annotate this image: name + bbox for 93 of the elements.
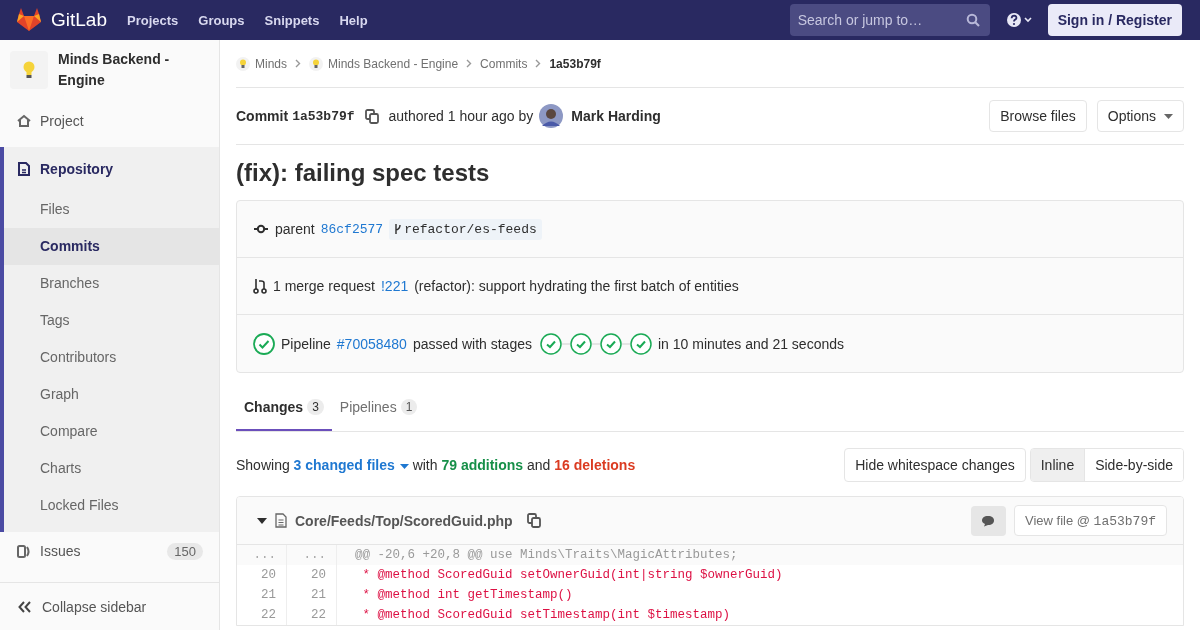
- avatar[interactable]: [539, 104, 564, 128]
- copy-icon[interactable]: [526, 513, 541, 528]
- caret-icon: [1164, 113, 1173, 119]
- commit-sha: 1a53b79f: [292, 108, 355, 124]
- view-file-button[interactable]: View file @ 1a53b79f: [1014, 505, 1167, 536]
- group-avatar-icon: [236, 56, 250, 71]
- caret-icon[interactable]: [399, 463, 409, 469]
- branch-tag[interactable]: refactor/es-feeds: [389, 218, 542, 240]
- author-link[interactable]: Mark Harding: [571, 108, 661, 124]
- sidebar-link[interactable]: Project: [40, 113, 203, 129]
- code-line: * @method int getTimestamp(): [361, 587, 573, 604]
- stage-passed-icon[interactable]: [540, 332, 562, 355]
- comment-button[interactable]: [971, 505, 1006, 536]
- document-icon: [16, 161, 32, 177]
- line-number: 22: [237, 605, 287, 625]
- stage-passed-icon[interactable]: [600, 332, 622, 355]
- stage-passed-icon[interactable]: [630, 332, 652, 355]
- commit-label: Commit: [236, 108, 289, 124]
- branch-icon: [394, 223, 403, 235]
- line-number: 22: [287, 605, 337, 625]
- breadcrumb-link[interactable]: Commits: [480, 56, 528, 71]
- sidebar-item[interactable]: Charts: [4, 450, 219, 487]
- status-passed-icon: [253, 332, 275, 355]
- authored-text: authored 1 hour ago by: [388, 108, 534, 124]
- breadcrumb-link[interactable]: 1a53b79f: [549, 56, 601, 71]
- commit-button[interactable]: Options: [1096, 100, 1184, 132]
- code-line: * @method ScoredGuid setOwnerGuid(int|string $ownerGuid): [361, 567, 783, 584]
- fox-logo-icon[interactable]: [16, 8, 42, 32]
- parent-sha-link[interactable]: 86cf2577: [320, 221, 384, 237]
- code-line: * @method ScoredGuid setTimestamp(int $timestamp): [361, 607, 731, 624]
- double-chevron-icon: [18, 600, 32, 613]
- line-number: 21: [237, 585, 287, 605]
- help-button[interactable]: [1005, 12, 1034, 28]
- nav-link[interactable]: Help: [339, 12, 368, 28]
- commit-title: (fix): failing spec tests: [236, 159, 491, 187]
- pipeline-label: Pipeline: [281, 335, 331, 352]
- sidebar-item[interactable]: Graph: [4, 376, 219, 413]
- copy-icon[interactable]: [364, 108, 379, 124]
- project-name[interactable]: Minds Backend - Engine: [58, 49, 209, 91]
- search-icon: [965, 13, 980, 27]
- hunk-header: @@ -20,6 +20,8 @@ use Minds\Traits\MagicAttributes;: [354, 547, 738, 564]
- commit-button[interactable]: Browse files: [989, 100, 1087, 132]
- sidebar-item[interactable]: Files: [4, 191, 219, 228]
- line-number: 21: [287, 585, 337, 605]
- line-number: 20: [287, 565, 337, 585]
- merge-request-icon: [253, 278, 267, 294]
- merge-request-count: 1 merge request: [273, 278, 375, 294]
- view-mode-button[interactable]: Side-by-side: [1084, 449, 1183, 481]
- sidebar-item[interactable]: Locked Files: [4, 487, 219, 524]
- line-number: ...: [237, 545, 287, 565]
- nav-link[interactable]: Projects: [127, 12, 179, 28]
- group-avatar-icon: [309, 56, 323, 71]
- pipeline-duration: in 10 minutes and 21 seconds: [658, 335, 844, 352]
- sidebar-link[interactable]: Repository: [40, 161, 203, 177]
- pipeline-link[interactable]: #70058480: [336, 335, 407, 352]
- sidebar-item[interactable]: Compare: [4, 413, 219, 450]
- speech-bubble-icon: [981, 514, 996, 527]
- issues-icon: [16, 543, 32, 559]
- merge-request-link[interactable]: !221: [380, 278, 409, 294]
- sidebar-item[interactable]: Commits: [4, 228, 219, 265]
- sidebar-link[interactable]: Issues: [40, 543, 168, 559]
- tab[interactable]: Pipelines 1: [331, 384, 426, 431]
- nav-link[interactable]: Groups: [198, 12, 245, 28]
- commit-icon: [253, 224, 269, 234]
- issue-count: 150: [167, 542, 203, 560]
- lightbulb-icon: [23, 61, 35, 79]
- pipeline-status: passed with stages: [412, 335, 532, 352]
- diff-summary: Showing 3 changed files with 79 additions and 16 deletions: [236, 457, 636, 473]
- line-number: ...: [287, 545, 337, 565]
- breadcrumb-link[interactable]: Minds Backend - Engine: [328, 56, 459, 71]
- merge-request-title: (refactor): support hydrating the first batch of entities: [414, 278, 739, 294]
- sign-in-button[interactable]: Sign in / Register: [1047, 4, 1182, 36]
- sidebar-item[interactable]: Contributors: [4, 339, 219, 376]
- home-icon: [16, 113, 32, 129]
- file-path-link[interactable]: Core/Feeds/Top/ScoredGuid.php: [295, 512, 513, 529]
- stage-passed-icon[interactable]: [570, 332, 592, 355]
- view-mode-button[interactable]: Inline: [1030, 449, 1085, 481]
- parent-label: parent: [275, 221, 315, 237]
- caret-down-icon[interactable]: [257, 515, 267, 526]
- brand-name[interactable]: GitLab: [51, 9, 107, 31]
- line-number: 20: [237, 565, 287, 585]
- chevron-icon: [535, 59, 542, 68]
- changed-files-link[interactable]: 3 changed files: [293, 457, 395, 473]
- chevron-icon: [295, 59, 301, 68]
- hide-whitespace-button[interactable]: Hide whitespace changes: [844, 448, 1026, 482]
- nav-link[interactable]: Snippets: [264, 12, 320, 28]
- file-icon: [275, 513, 287, 528]
- chevron-icon: [466, 59, 473, 68]
- tab[interactable]: Changes 3: [236, 384, 332, 431]
- search-field[interactable]: Search or jump to…: [789, 4, 990, 36]
- sidebar-item[interactable]: Tags: [4, 302, 219, 339]
- sidebar-item[interactable]: Branches: [4, 265, 219, 302]
- breadcrumb-link[interactable]: Minds: [255, 56, 287, 71]
